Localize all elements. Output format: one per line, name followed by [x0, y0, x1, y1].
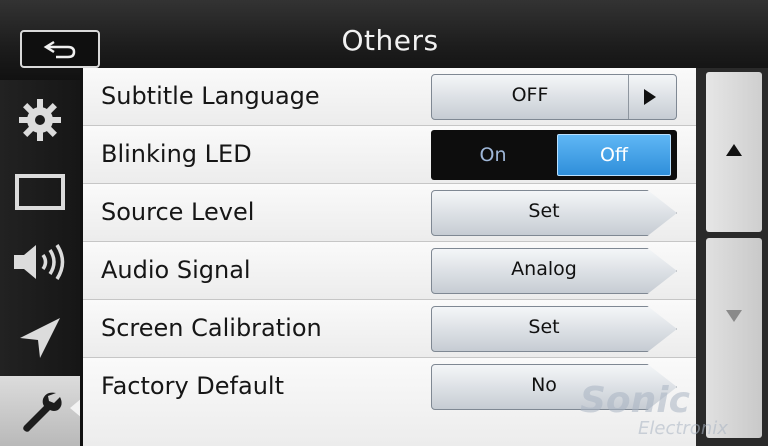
toggle-off-option[interactable]: Off	[557, 134, 671, 176]
speaker-icon	[14, 244, 65, 280]
row-audio-signal: Audio Signal Analog	[83, 242, 696, 300]
gear-icon	[19, 99, 61, 141]
row-subtitle-language: Subtitle Language OFF	[83, 68, 696, 126]
play-arrow-icon	[644, 89, 656, 105]
row-label: Subtitle Language	[101, 82, 320, 110]
row-label: Factory Default	[101, 372, 284, 400]
wrench-icon	[23, 392, 62, 432]
scroll-down-button[interactable]	[706, 238, 762, 438]
sidebar-item-audio[interactable]	[0, 230, 80, 294]
scroll-area	[696, 68, 768, 446]
sidebar-item-settings[interactable]	[0, 88, 80, 152]
sidebar-item-navigation[interactable]	[0, 306, 80, 370]
screen: Others Subtitle Language OFF Blinking LE…	[0, 0, 768, 446]
row-source-level: Source Level Set	[83, 184, 696, 242]
option-value: OFF	[511, 84, 549, 106]
display-icon	[15, 174, 65, 210]
divider	[628, 75, 629, 119]
back-button[interactable]	[20, 30, 100, 68]
row-label: Blinking LED	[101, 140, 252, 168]
up-arrow-icon	[726, 144, 742, 156]
audio-signal-button[interactable]: Analog	[431, 248, 677, 294]
row-label: Screen Calibration	[101, 314, 322, 342]
down-arrow-icon	[726, 310, 742, 322]
row-label: Source Level	[101, 198, 255, 226]
settings-list: Subtitle Language OFF Blinking LED On Of…	[80, 68, 699, 446]
scroll-up-button[interactable]	[706, 72, 762, 232]
row-screen-calibration: Screen Calibration Set	[83, 300, 696, 358]
row-factory-default: Factory Default No	[83, 358, 696, 446]
option-value: Analog	[511, 258, 577, 280]
navigation-icon	[20, 318, 60, 358]
row-label: Audio Signal	[101, 256, 251, 284]
screen-calibration-button[interactable]: Set	[431, 306, 677, 352]
source-level-button[interactable]: Set	[431, 190, 677, 236]
page-title: Others	[341, 24, 439, 57]
sidebar-item-others[interactable]	[0, 376, 82, 446]
subtitle-language-button[interactable]: OFF	[431, 74, 677, 120]
sidebar	[0, 80, 82, 446]
toggle-on-option[interactable]: On	[431, 130, 555, 180]
blinking-led-toggle[interactable]: On Off	[431, 130, 677, 180]
row-blinking-led: Blinking LED On Off	[83, 126, 696, 184]
sidebar-item-display[interactable]	[0, 160, 80, 224]
option-value: No	[531, 374, 557, 396]
back-arrow-icon	[43, 40, 76, 59]
option-value: Set	[528, 316, 560, 338]
factory-default-button[interactable]: No	[431, 364, 677, 410]
option-value: Set	[528, 200, 560, 222]
